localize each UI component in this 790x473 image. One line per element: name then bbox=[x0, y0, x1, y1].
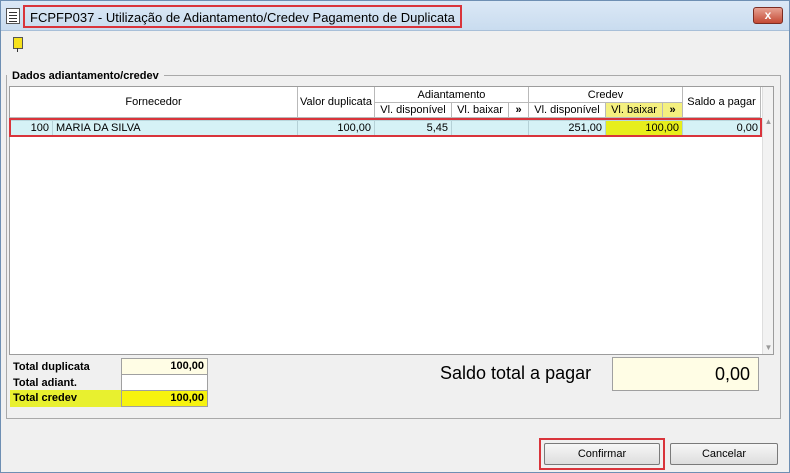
title-bar: FCPFP037 - Utilização de Adiantamento/Cr… bbox=[1, 1, 789, 31]
cell-saldo: 0,00 bbox=[736, 122, 758, 134]
column-header-credev: Credev bbox=[529, 87, 683, 103]
app-window: FCPFP037 - Utilização de Adiantamento/Cr… bbox=[0, 0, 790, 473]
exit-door-icon[interactable] bbox=[13, 37, 23, 52]
column-header-credev-baixar[interactable]: Vl. baixar bbox=[606, 103, 663, 118]
column-header-adiantamento: Adiantamento bbox=[375, 87, 529, 103]
column-header-fornecedor[interactable]: Fornecedor bbox=[10, 87, 298, 118]
confirm-button[interactable]: Confirmar bbox=[544, 443, 660, 465]
cell-fornecedor: MARIA DA SILVA bbox=[53, 121, 298, 135]
cell-valor-duplicata: 100,00 bbox=[298, 121, 375, 135]
saldo-total-value: 0,00 bbox=[612, 357, 759, 391]
section-title: Dados adiantamento/credev bbox=[7, 70, 164, 82]
total-credev-label: Total credev bbox=[13, 392, 77, 404]
total-adiant-value bbox=[121, 374, 208, 391]
scroll-down-icon[interactable]: ▼ bbox=[763, 343, 773, 353]
cell-codigo: 100 bbox=[11, 121, 53, 135]
column-header-credev-disponivel[interactable]: Vl. disponível bbox=[529, 103, 606, 118]
column-header-valor-duplicata[interactable]: Valor duplicata bbox=[298, 87, 375, 118]
credev-fill-button[interactable]: » bbox=[663, 103, 683, 118]
cancel-button[interactable]: Cancelar bbox=[670, 443, 778, 465]
total-credev-value: 100,00 bbox=[121, 390, 208, 407]
adiant-fill-button[interactable]: » bbox=[509, 103, 529, 118]
cell-credev-disponivel: 251,00 bbox=[529, 121, 606, 135]
cell-adiant-baixar[interactable] bbox=[452, 121, 529, 135]
column-header-saldo[interactable]: Saldo a pagar bbox=[683, 87, 761, 118]
cell-adiant-disponivel: 5,45 bbox=[375, 121, 452, 135]
table-row[interactable]: 100 MARIA DA SILVA 100,00 5,45 251,00 10… bbox=[11, 120, 761, 136]
total-adiant-label: Total adiant. bbox=[13, 377, 77, 389]
vertical-scrollbar[interactable]: ▲ ▼ bbox=[762, 87, 773, 354]
total-duplicata-label: Total duplicata bbox=[13, 361, 90, 373]
scroll-up-icon[interactable]: ▲ bbox=[763, 117, 773, 127]
total-duplicata-value: 100,00 bbox=[121, 358, 208, 375]
column-header-adiant-disponivel[interactable]: Vl. disponível bbox=[375, 103, 452, 118]
close-button[interactable]: x bbox=[753, 7, 783, 24]
toolbar bbox=[9, 35, 29, 52]
window-title: FCPFP037 - Utilização de Adiantamento/Cr… bbox=[23, 5, 462, 28]
saldo-total-label: Saldo total a pagar bbox=[440, 363, 592, 383]
data-grid[interactable]: Fornecedor Valor duplicata Adiantamento … bbox=[9, 86, 774, 355]
cell-credev-baixar[interactable]: 100,00 bbox=[606, 121, 683, 135]
column-header-adiant-baixar[interactable]: Vl. baixar bbox=[452, 103, 509, 118]
document-icon bbox=[6, 8, 20, 24]
